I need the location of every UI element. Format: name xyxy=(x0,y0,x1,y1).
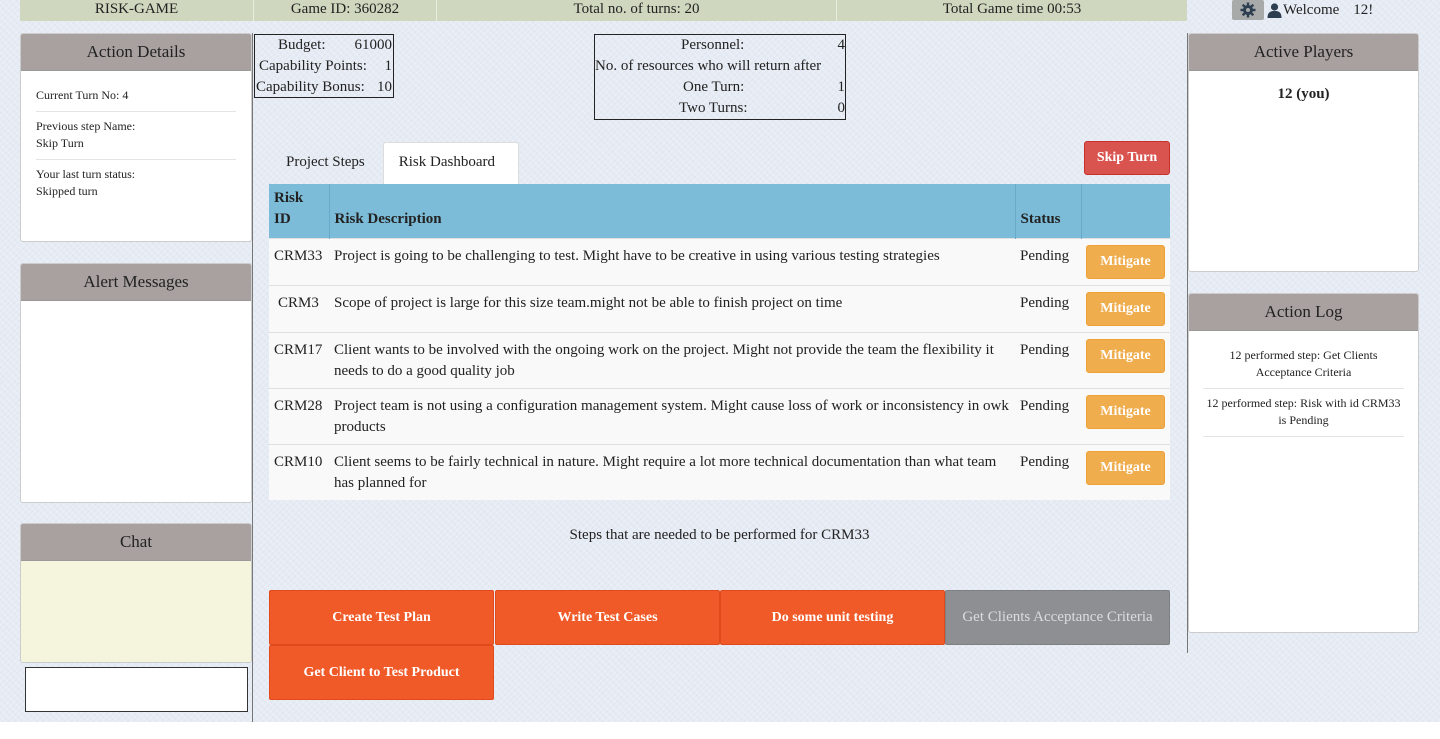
return-label: No. of resources who will return after xyxy=(595,58,822,74)
mitigate-button[interactable]: Mitigate xyxy=(1086,451,1165,485)
table-row: CRM10 Client seems to be fairly technica… xyxy=(269,444,1170,500)
previous-step-item: Previous step Name: Skip Turn xyxy=(36,112,236,160)
risk-status: Pending xyxy=(1015,238,1081,286)
risk-description: Scope of project is large for this size … xyxy=(329,285,1015,333)
step-unit-testing-button[interactable]: Do some unit testing xyxy=(720,590,945,645)
page-footer-strip xyxy=(0,722,1440,739)
chat-panel: Chat xyxy=(20,523,252,663)
risk-table: Risk ID Risk Description Status CRM33 Pr… xyxy=(269,184,1170,500)
header-risk-id: Risk ID xyxy=(269,184,330,239)
tab-project-steps[interactable]: Project Steps xyxy=(268,142,383,184)
alert-messages-panel: Alert Messages xyxy=(20,263,252,503)
risk-description: Project is going to be challenging to te… xyxy=(329,238,1015,286)
game-time: Total Game time 00:53 xyxy=(942,1,1082,17)
mitigate-button[interactable]: Mitigate xyxy=(1086,395,1165,429)
action-log-panel: Action Log 12 performed step: Get Client… xyxy=(1188,293,1419,633)
budget-value: 61000 xyxy=(354,37,393,53)
risk-id: CRM10 xyxy=(269,444,329,500)
table-header-row: Risk ID Risk Description Status xyxy=(269,184,1170,239)
risk-status: Pending xyxy=(1015,444,1081,500)
total-turns: Total no. of turns: 20 xyxy=(437,0,837,21)
table-row: CRM33 Project is going to be challenging… xyxy=(269,238,1170,286)
last-status-item: Your last turn status: Skipped turn xyxy=(36,160,236,207)
risk-description: Client wants to be involved with the ong… xyxy=(329,332,1015,389)
app-title: RISK-GAME xyxy=(20,0,254,21)
step-create-test-plan-button[interactable]: Create Test Plan xyxy=(269,590,494,645)
risk-description: Client seems to be fairly technical in n… xyxy=(329,444,1015,500)
risk-description: Project team is not using a configuratio… xyxy=(329,388,1015,445)
risk-status: Pending xyxy=(1015,332,1081,389)
steps-caption: Steps that are needed to be performed fo… xyxy=(569,527,870,543)
mitigate-button[interactable]: Mitigate xyxy=(1086,339,1165,373)
log-entry: 12 performed step: Risk with id CRM33 is… xyxy=(1203,389,1404,437)
capability-bonus-value: 10 xyxy=(377,79,392,95)
capability-points-label: Capability Points: xyxy=(259,58,367,74)
budget-label: Budget: xyxy=(278,37,326,53)
one-turn-value: 1 xyxy=(837,79,846,95)
action-log-heading: Action Log xyxy=(1189,294,1418,331)
previous-step-value: Skip Turn xyxy=(36,136,84,150)
step-client-test-button[interactable]: Get Client to Test Product xyxy=(269,645,494,700)
user-icon xyxy=(1267,3,1282,18)
step-acceptance-criteria-button[interactable]: Get Clients Acceptance Criteria xyxy=(945,590,1170,645)
risk-status: Pending xyxy=(1015,285,1081,333)
chat-messages-area xyxy=(21,561,251,662)
gear-icon xyxy=(1240,2,1256,18)
left-divider xyxy=(252,33,253,739)
two-turns-label: Two Turns: xyxy=(679,100,748,116)
previous-step-label: Previous step Name: xyxy=(36,119,136,133)
capability-points-value: 1 xyxy=(384,58,393,74)
current-turn-item: Current Turn No: 4 xyxy=(36,81,236,112)
two-turns-value: 0 xyxy=(837,100,846,116)
risk-status: Pending xyxy=(1015,388,1081,445)
active-players-panel: Active Players 12 (you) xyxy=(1188,33,1419,272)
personnel-value: 4 xyxy=(837,37,846,53)
skip-turn-button[interactable]: Skip Turn xyxy=(1084,141,1170,175)
main-tabs: Project Steps Risk Dashboard xyxy=(268,142,519,184)
action-details-panel: Action Details Current Turn No: 4 Previo… xyxy=(20,33,252,242)
table-row: CRM28 Project team is not using a config… xyxy=(269,388,1170,445)
header-risk-description: Risk Description xyxy=(329,184,1016,239)
settings-button[interactable] xyxy=(1232,0,1264,20)
active-players-heading: Active Players xyxy=(1189,34,1418,71)
risk-id: CRM17 xyxy=(269,332,329,389)
current-turn: Current Turn No: 4 xyxy=(36,88,129,102)
game-id: Game ID: 360282 xyxy=(254,0,437,21)
chat-input[interactable] xyxy=(25,667,248,712)
personnel-label: Personnel: xyxy=(681,37,745,53)
alert-messages-heading: Alert Messages xyxy=(21,264,251,301)
mitigate-button[interactable]: Mitigate xyxy=(1086,245,1165,279)
risk-id: CRM28 xyxy=(269,388,329,445)
user-name: 12! xyxy=(1353,2,1374,18)
last-status-value: Skipped turn xyxy=(36,184,98,198)
welcome-label: Welcome xyxy=(1283,2,1340,18)
mitigate-button[interactable]: Mitigate xyxy=(1086,292,1165,326)
personnel-box: Personnel: 4 No. of resources who will r… xyxy=(594,34,846,120)
risk-id: CRM3 xyxy=(269,285,329,333)
top-header-bar: RISK-GAME Game ID: 360282 Total no. of t… xyxy=(20,0,1187,21)
capability-bonus-label: Capability Bonus: xyxy=(256,79,365,95)
header-action xyxy=(1081,184,1170,239)
log-entry: 12 performed step: Get Clients Acceptanc… xyxy=(1203,341,1404,389)
player-entry: 12 (you) xyxy=(1277,86,1330,102)
last-status-label: Your last turn status: xyxy=(36,167,136,181)
one-turn-label: One Turn: xyxy=(683,79,745,95)
header-status: Status xyxy=(1015,184,1082,239)
chat-heading: Chat xyxy=(21,524,251,561)
tab-risk-dashboard[interactable]: Risk Dashboard xyxy=(382,142,519,184)
action-details-heading: Action Details xyxy=(21,34,251,71)
table-row: CRM17 Client wants to be involved with t… xyxy=(269,332,1170,389)
risk-id: CRM33 xyxy=(269,238,329,286)
table-row: CRM3 Scope of project is large for this … xyxy=(269,285,1170,333)
step-write-test-cases-button[interactable]: Write Test Cases xyxy=(495,590,720,645)
welcome-user[interactable]: Welcome 12! xyxy=(1267,2,1373,19)
budget-box: Budget: 61000 Capability Points: 1 Capab… xyxy=(254,34,394,98)
